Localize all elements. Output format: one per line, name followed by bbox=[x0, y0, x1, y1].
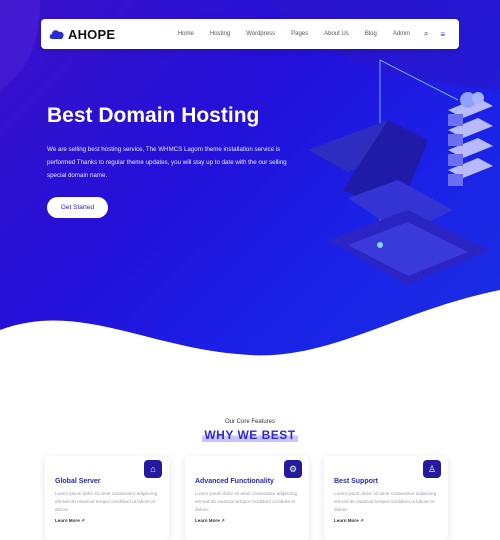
feature-card-global-server[interactable]: ⌂ Global Server Lorem ipsum dolor sit am… bbox=[45, 456, 169, 540]
nav-item-about[interactable]: About Us bbox=[324, 31, 349, 37]
feature-card-title: Best Support bbox=[334, 478, 378, 485]
get-started-button[interactable]: Get Started bbox=[47, 197, 108, 218]
feature-card-text: Lorem ipsum dolor sit amet consectetur a… bbox=[55, 491, 158, 512]
learn-more-link[interactable]: Learn More ↗ bbox=[334, 518, 364, 524]
brand-logo[interactable]: AHOPE bbox=[49, 27, 115, 42]
feature-card-best-support[interactable]: ♙ Best Support Lorem ipsum dolor sit ame… bbox=[324, 456, 448, 540]
hero-title: Best Domain Hosting bbox=[47, 104, 260, 127]
learn-more-link[interactable]: Learn More ↗ bbox=[195, 518, 225, 524]
main-menu: Home Hosting Wordpress Pages About Us Bl… bbox=[170, 29, 451, 39]
cloud-logo-icon bbox=[49, 30, 64, 39]
nav-item-admin[interactable]: Admin bbox=[393, 31, 410, 37]
nav-item-blog[interactable]: Blog bbox=[365, 31, 377, 37]
feature-card-text: Lorem ipsum dolor sit amet consectetur a… bbox=[334, 491, 437, 512]
nav-item-wordpress[interactable]: Wordpress bbox=[246, 31, 275, 37]
nav-item-home[interactable]: Home bbox=[178, 31, 194, 37]
nav-item-hosting[interactable]: Hosting bbox=[210, 31, 230, 37]
features-title: WHY WE BEST bbox=[0, 426, 500, 444]
feature-card-title: Advanced Functionality bbox=[195, 478, 274, 485]
hero-description: We are selling best hosting service, The… bbox=[47, 146, 287, 179]
nav-item-pages[interactable]: Pages bbox=[291, 31, 308, 37]
feature-card-advanced-functionality[interactable]: ⚙ Advanced Functionality Lorem ipsum dol… bbox=[185, 456, 309, 540]
feature-card-title: Global Server bbox=[55, 478, 101, 485]
search-icon[interactable]: ⌕ bbox=[424, 29, 428, 39]
learn-more-link[interactable]: Learn More ↗ bbox=[55, 518, 85, 524]
hamburger-icon[interactable]: ≡ bbox=[440, 30, 445, 39]
support-icon: ♙ bbox=[423, 460, 441, 478]
server-laptop-illustration bbox=[308, 59, 493, 285]
features-title-text: WHY WE BEST bbox=[202, 428, 298, 442]
feature-card-text: Lorem ipsum dolor sit amet consectetur a… bbox=[195, 491, 298, 512]
server-icon: ⌂ bbox=[144, 460, 162, 478]
top-navbar: AHOPE Home Hosting Wordpress Pages About… bbox=[41, 19, 459, 49]
brand-name: AHOPE bbox=[68, 26, 116, 42]
settings-icon: ⚙ bbox=[284, 460, 302, 478]
features-subtitle: Our Core Features bbox=[224, 419, 276, 425]
